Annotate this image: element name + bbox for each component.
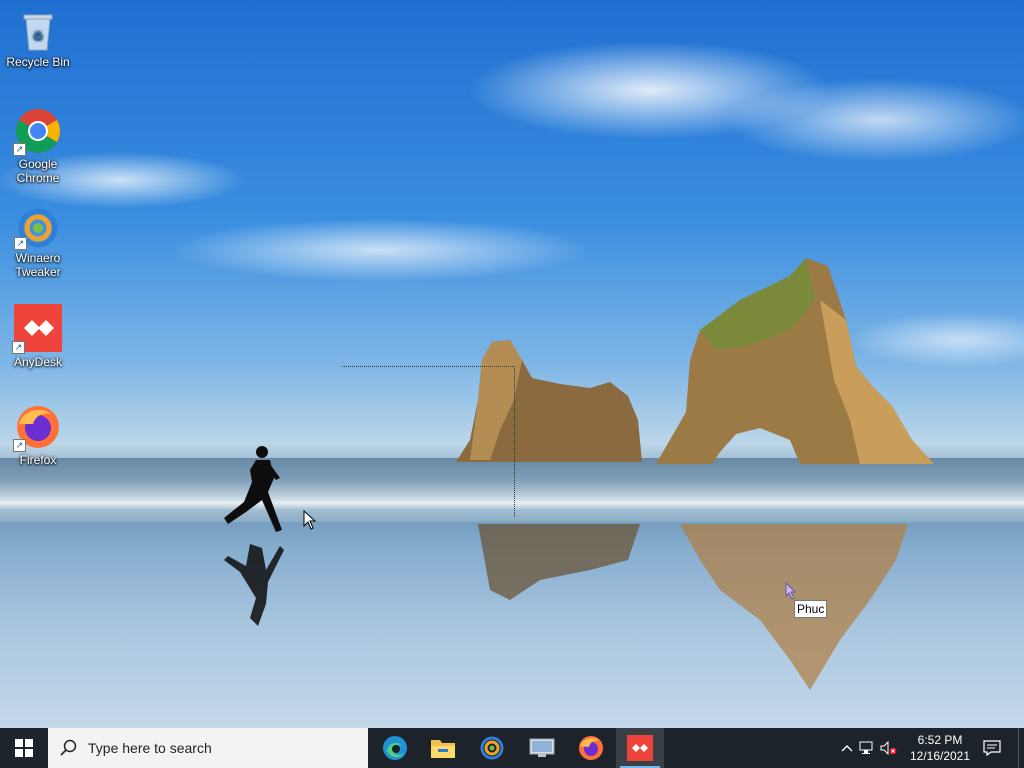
- taskbar-remote-desktop-button[interactable]: [518, 728, 566, 768]
- anydesk-label: AnyDesk: [13, 355, 63, 369]
- mouse-cursor-icon: [303, 510, 317, 530]
- taskbar-clock[interactable]: 6:52 PM 12/16/2021: [904, 728, 976, 768]
- shortcut-arrow-icon: ↗: [13, 143, 26, 156]
- remote-desktop-icon: [529, 738, 555, 757]
- taskbar-file-explorer-button[interactable]: [419, 728, 467, 768]
- chevron-up-icon[interactable]: [838, 744, 856, 752]
- anydesk-icon: [627, 735, 653, 761]
- network-icon[interactable]: [856, 741, 878, 755]
- remote-user-tooltip: Phuc: [794, 600, 828, 618]
- shortcut-arrow-icon: ↗: [13, 439, 26, 452]
- desktop-wallpaper: ♻ Recycle Bin ↗ Google Chrome ↗ Winaero …: [0, 0, 1024, 728]
- winaero-tweaker-icon: ↗: [14, 208, 60, 250]
- rock-formations: [224, 258, 934, 690]
- google-chrome-shortcut[interactable]: ↗ Google Chrome: [0, 108, 76, 185]
- taskbar-winaero-tweaker-button[interactable]: [468, 728, 516, 768]
- anydesk-shortcut[interactable]: ↗ AnyDesk: [0, 304, 76, 369]
- recycle-bin-label: Recycle Bin: [6, 55, 70, 69]
- search-icon: [60, 739, 77, 756]
- svg-text:♻: ♻: [33, 29, 44, 43]
- recycle-bin-shortcut[interactable]: ♻ Recycle Bin: [0, 10, 76, 69]
- anydesk-icon: ↗: [12, 304, 62, 354]
- show-desktop-button[interactable]: [1018, 728, 1024, 768]
- winaero-tweaker-icon: [480, 736, 504, 760]
- firefox-icon: ↗: [13, 404, 61, 452]
- clock-time: 6:52 PM: [917, 733, 963, 747]
- recycle-bin-icon: ♻: [18, 10, 58, 52]
- taskbar: Type here to search 6:52 PM 12/16/2021: [0, 728, 1024, 768]
- windows-start-icon: [15, 739, 33, 757]
- taskbar-firefox-button[interactable]: [567, 728, 615, 768]
- notification-icon: [983, 740, 1001, 756]
- remote-cursor-icon: [785, 582, 797, 600]
- edge-icon: [383, 736, 407, 760]
- winaero-tweaker-shortcut[interactable]: ↗ Winaero Tweaker: [0, 208, 76, 279]
- file-explorer-icon: [431, 740, 455, 758]
- chrome-icon: ↗: [13, 108, 61, 156]
- selection-rectangle: [342, 366, 515, 517]
- runner-silhouette: [224, 446, 284, 626]
- system-tray: [838, 728, 900, 768]
- action-center-button[interactable]: [980, 728, 1004, 768]
- shortcut-arrow-icon: ↗: [14, 237, 27, 250]
- firefox-label: Firefox: [19, 453, 57, 467]
- winaero-tweaker-label: Winaero Tweaker: [15, 251, 61, 279]
- volume-muted-icon[interactable]: [878, 741, 900, 755]
- search-placeholder: Type here to search: [88, 740, 212, 756]
- shortcut-arrow-icon: ↗: [12, 341, 25, 354]
- firefox-icon: [579, 736, 603, 760]
- taskbar-search-box[interactable]: Type here to search: [48, 728, 368, 768]
- taskbar-edge-button[interactable]: [371, 728, 419, 768]
- clock-date: 12/16/2021: [909, 749, 971, 763]
- start-button[interactable]: [0, 728, 48, 768]
- taskbar-anydesk-button[interactable]: [616, 728, 664, 768]
- firefox-shortcut[interactable]: ↗ Firefox: [0, 404, 76, 467]
- google-chrome-label: Google Chrome: [16, 157, 60, 185]
